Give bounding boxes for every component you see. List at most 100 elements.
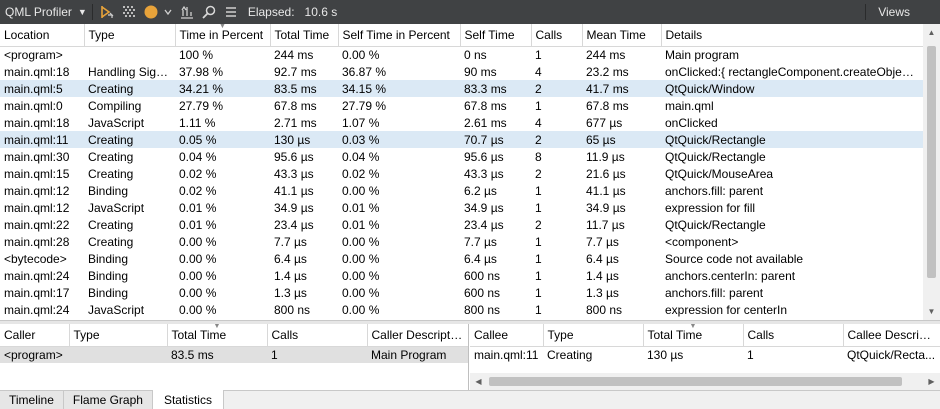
column-header-caller[interactable]: Caller — [0, 324, 70, 347]
table-cell: 43.3 µs — [464, 166, 504, 181]
table-cell: QtQuick/Rectangle — [665, 217, 766, 232]
filter-icon[interactable] — [178, 3, 196, 21]
column-header-location[interactable]: Location — [0, 24, 85, 47]
column-header-details[interactable]: Details — [661, 24, 923, 47]
table-cell: 36.87 % — [342, 64, 387, 79]
table-cell: 0.00 % — [342, 268, 380, 283]
table-cell: main.qml:15 — [4, 166, 70, 181]
table-row[interactable]: main.qml:17 Binding 0.00 % 1.3 µs 0.00 % 600 … — [0, 284, 923, 301]
hamburger-icon[interactable] — [222, 3, 240, 21]
column-header-time-percent[interactable]: ▼ Time in Percent — [175, 24, 271, 47]
table-cell: 0.01 % — [179, 217, 217, 232]
table-cell: 6.2 µs — [464, 183, 497, 198]
table-cell: JavaScript — [88, 200, 145, 215]
elapsed-value: 10.6 s — [304, 5, 338, 19]
table-cell: 244 ms — [586, 47, 626, 62]
table-cell: 2 — [535, 217, 542, 232]
record-circle-icon[interactable] — [142, 3, 160, 21]
profiler-selector[interactable]: QML Profiler ▼ — [0, 5, 87, 19]
vertical-scrollbar[interactable]: ▲ ▼ — [923, 24, 940, 320]
table-row[interactable]: <program> 100 % 244 ms 0.00 % 0 ns 1 244 ms Mai… — [0, 46, 923, 63]
table-cell: 244 ms — [274, 47, 314, 62]
table-row[interactable]: main.qml:12 JavaScript 0.01 % 34.9 µs 0.01 %… — [0, 199, 923, 216]
column-header-calls[interactable]: Calls — [743, 324, 844, 347]
column-header-self-time[interactable]: Self Time — [460, 24, 532, 47]
tab-statistics[interactable]: Statistics — [152, 390, 224, 409]
scroll-down-icon[interactable]: ▼ — [923, 303, 940, 320]
table-cell: 4 — [535, 64, 542, 79]
scroll-up-icon[interactable]: ▲ — [923, 24, 940, 41]
table-row[interactable]: main.qml:5 Creating 34.21 % 83.5 ms 34.15 % 8… — [0, 80, 923, 97]
table-cell: 95.6 µs — [464, 149, 504, 164]
horizontal-scrollbar[interactable]: ◀ ▶ — [470, 373, 940, 390]
table-cell: QtQuick/MouseArea — [665, 166, 774, 181]
table-row[interactable]: main.qml:15 Creating 0.02 % 43.3 µs 0.02 % 43… — [0, 165, 923, 182]
column-header-total-time[interactable]: ▼ Total Time — [643, 324, 744, 347]
scroll-left-icon[interactable]: ◀ — [470, 373, 487, 390]
sort-descending-icon: ▼ — [213, 324, 221, 330]
column-header-callee[interactable]: Callee — [470, 324, 544, 347]
table-cell: main.qml:22 — [4, 217, 70, 232]
table-row[interactable]: <bytecode> Binding 0.00 % 6.4 µs 0.00 % 6.4 µ… — [0, 250, 923, 267]
statistics-table-view[interactable]: Location Type ▼ Time in Percent Total Tim… — [0, 24, 923, 320]
table-cell: Binding — [88, 285, 129, 300]
column-header-caller-description[interactable]: Caller Description — [367, 324, 468, 347]
column-header-calls[interactable]: Calls — [267, 324, 368, 347]
table-cell: main.qml:11 — [474, 347, 539, 362]
column-header-self-time-percent[interactable]: Self Time in Percent — [338, 24, 461, 47]
table-cell: 1 — [535, 183, 542, 198]
tab-flame-graph[interactable]: Flame Graph — [63, 391, 153, 409]
column-header-total-time[interactable]: Total Time — [270, 24, 339, 47]
table-cell: JavaScript — [88, 115, 145, 130]
table-cell: 0.04 % — [179, 149, 217, 164]
table-cell: main.qml:24 — [4, 268, 70, 283]
sort-descending-icon: ▼ — [218, 24, 227, 30]
views-button[interactable]: Views — [878, 5, 910, 19]
table-row[interactable]: main.qml:30 Creating 0.04 % 95.6 µs 0.04 % 95… — [0, 148, 923, 165]
table-cell: Binding — [88, 251, 129, 266]
record-menu-chevron-icon[interactable] — [164, 3, 172, 21]
table-row[interactable]: main.qml:11 Creating 0.05 % 130 µs 0.03 % 70.… — [0, 131, 923, 148]
table-cell: 7.7 µs — [274, 234, 307, 249]
scroll-right-icon[interactable]: ▶ — [923, 373, 940, 390]
sort-descending-icon: ▼ — [689, 324, 697, 330]
column-header-calls[interactable]: Calls — [531, 24, 583, 47]
table-row[interactable]: main.qml:18 Handling Signal 37.98 % 92.7 ms… — [0, 63, 923, 80]
table-row[interactable]: main.qml:24 Binding 0.00 % 1.4 µs 0.00 % 600 … — [0, 267, 923, 284]
qml-profiler-window: QML Profiler ▼ Elapsed: 10.6 s Views Loc… — [0, 0, 940, 409]
scrollbar-thumb[interactable] — [489, 377, 902, 386]
table-row[interactable]: main.qml:11 Creating 130 µs 1 QtQuick/Recta.… — [470, 346, 940, 363]
table-cell: <bytecode> — [4, 251, 67, 266]
table-row[interactable]: main.qml:18 JavaScript 1.11 % 2.71 ms 1.07 %… — [0, 114, 923, 131]
caller-table-view[interactable]: Caller Type ▼ Total Time Calls Caller Des… — [0, 324, 469, 390]
table-cell: anchors.centerIn: parent — [665, 268, 796, 283]
table-row[interactable]: main.qml:28 Creating 0.00 % 7.7 µs 0.00 % 7.7… — [0, 233, 923, 250]
table-cell: 6.4 µs — [274, 251, 307, 266]
table-cell: 27.79 % — [179, 98, 224, 113]
table-cell: 1.3 µs — [274, 285, 307, 300]
table-cell: 7.7 µs — [586, 234, 619, 249]
search-icon[interactable] — [200, 3, 218, 21]
column-header-type[interactable]: Type — [69, 324, 168, 347]
column-header-type[interactable]: Type — [543, 324, 644, 347]
clear-icon[interactable] — [120, 3, 138, 21]
table-row[interactable]: <program> 83.5 ms 1 Main Program — [0, 346, 468, 363]
table-row[interactable]: main.qml:0 Compiling 27.79 % 67.8 ms 27.79 %… — [0, 97, 923, 114]
column-header-type[interactable]: Type — [84, 24, 176, 47]
table-row[interactable]: main.qml:24 JavaScript 0.00 % 800 ns 0.00 % 8… — [0, 301, 923, 318]
column-header-total-time[interactable]: ▼ Total Time — [167, 324, 268, 347]
table-row[interactable]: main.qml:22 Creating 0.01 % 23.4 µs 0.01 % 23… — [0, 216, 923, 233]
table-cell: onClicked:{ rectangleComponent.createObj… — [665, 64, 922, 79]
chevron-down-icon: ▼ — [77, 7, 87, 17]
table-row[interactable]: main.qml:12 Binding 0.02 % 41.1 µs 0.00 % 6.2… — [0, 182, 923, 199]
tab-timeline[interactable]: Timeline — [0, 391, 64, 409]
scrollbar-thumb[interactable] — [927, 46, 936, 278]
start-profiling-icon[interactable] — [98, 3, 116, 21]
column-header-mean-time[interactable]: Mean Time — [582, 24, 662, 47]
column-header-callee-description[interactable]: Callee Description — [843, 324, 940, 347]
table-cell: 0.00 % — [342, 302, 380, 317]
table-cell: 1 — [535, 200, 542, 215]
table-cell: onClicked — [665, 115, 718, 130]
table-cell: 1 — [535, 234, 542, 249]
table-cell: 2.71 ms — [274, 115, 317, 130]
